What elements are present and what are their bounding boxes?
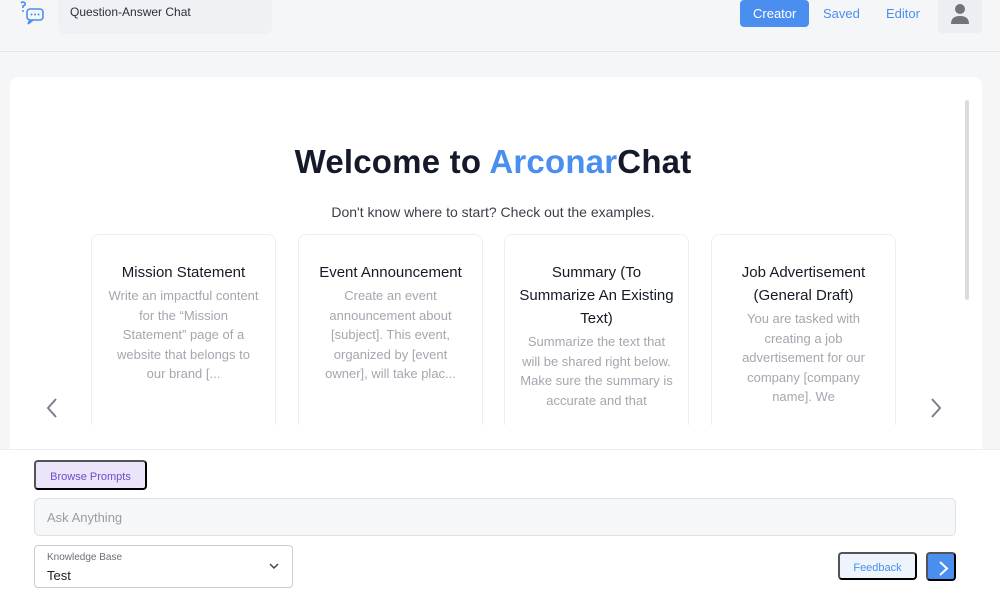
carousel-prev-button[interactable] bbox=[42, 397, 62, 421]
chat-title: Question-Answer Chat bbox=[70, 5, 191, 19]
feedback-button[interactable]: Feedback bbox=[838, 552, 917, 580]
send-button[interactable] bbox=[926, 552, 956, 581]
carousel-next-button[interactable] bbox=[926, 397, 946, 421]
welcome-suffix: Chat bbox=[617, 143, 692, 180]
creator-tab[interactable]: Creator bbox=[740, 0, 810, 27]
chevron-down-icon bbox=[269, 563, 279, 570]
card-title: Event Announcement bbox=[319, 264, 462, 281]
chevron-left-icon bbox=[46, 398, 57, 418]
card-title: Job Advertisement (General Draft) bbox=[741, 264, 866, 304]
welcome-heading: Welcome to ArconarChat bbox=[0, 143, 986, 181]
knowledge-base-value: Test bbox=[47, 568, 71, 583]
example-card-summary[interactable]: Summary (To Summarize An Existing Text) … bbox=[504, 234, 689, 425]
card-body: Create an event announcement about [subj… bbox=[325, 288, 456, 381]
top-header: Question-Answer Chat Creator Saved Edito… bbox=[0, 0, 1000, 52]
editor-tab[interactable]: Editor bbox=[873, 0, 933, 27]
browse-prompts-button[interactable]: Browse Prompts bbox=[34, 460, 147, 490]
card-title: Summary (To Summarize An Existing Text) bbox=[519, 264, 674, 327]
card-body: You are tasked with creating a job adver… bbox=[742, 311, 865, 404]
card-title: Mission Statement bbox=[121, 264, 246, 281]
card-body: Summarize the text that will be shared r… bbox=[520, 334, 673, 408]
examples-subtitle: Don't know where to start? Check out the… bbox=[331, 204, 655, 220]
chat-logo-icon[interactable] bbox=[18, 0, 48, 28]
knowledge-base-select[interactable]: Knowledge Base Test bbox=[34, 545, 293, 588]
example-card-event-announcement[interactable]: Event Announcement Create an event annou… bbox=[298, 234, 483, 425]
chevron-right-icon bbox=[931, 398, 942, 418]
panel-scrollbar[interactable] bbox=[965, 100, 969, 300]
ask-input[interactable] bbox=[34, 498, 956, 536]
user-icon bbox=[951, 4, 969, 24]
example-card-mission-statement[interactable]: Mission Statement Write an impactful con… bbox=[91, 234, 276, 425]
example-card-job-advertisement[interactable]: Job Advertisement (General Draft) You ar… bbox=[711, 234, 896, 425]
knowledge-base-label: Knowledge Base bbox=[47, 552, 123, 563]
send-arrow-icon bbox=[939, 561, 949, 576]
brand-accent: Arconar bbox=[489, 143, 618, 180]
user-avatar[interactable] bbox=[938, 0, 982, 33]
card-body: Write an impactful content for the “Miss… bbox=[108, 288, 259, 381]
chat-title-box[interactable]: Question-Answer Chat bbox=[58, 0, 272, 34]
welcome-prefix: Welcome to bbox=[294, 143, 490, 180]
saved-tab[interactable]: Saved bbox=[810, 0, 873, 27]
